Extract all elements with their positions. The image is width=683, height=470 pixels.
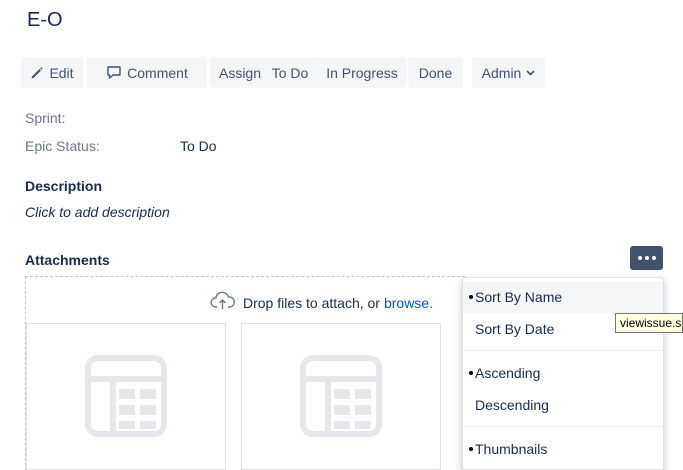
to-do-button[interactable]: To Do (261, 57, 319, 88)
attachment-thumbnail[interactable] (241, 323, 441, 470)
done-button[interactable]: Done (408, 57, 463, 88)
browser-tooltip: viewissue.s (615, 313, 683, 333)
menu-item-thumbnails[interactable]: Thumbnails (463, 433, 663, 465)
more-icon-dot (651, 256, 656, 260)
spreadsheet-file-icon (85, 355, 167, 437)
speech-bubble-icon (106, 65, 122, 80)
menu-item-ascending[interactable]: Ascending (463, 357, 663, 389)
to-do-button-label: To Do (271, 64, 309, 81)
menu-item-label: Thumbnails (475, 441, 548, 457)
attachments-heading: Attachments (25, 252, 110, 268)
in-progress-button[interactable]: In Progress (318, 57, 406, 88)
menu-item-label: Sort By Date (475, 321, 555, 337)
menu-item-label: Sort By Name (475, 289, 563, 305)
epic-status-value: To Do (180, 138, 217, 154)
attachment-options-menu: Sort By Name Sort By Date Ascending Desc… (462, 277, 664, 470)
selected-bullet-icon (469, 371, 473, 375)
done-button-label: Done (418, 64, 453, 81)
more-icon (637, 256, 642, 260)
browse-link[interactable]: browse. (384, 295, 433, 311)
menu-divider (463, 426, 663, 427)
drop-files-text: Drop files to attach, or (243, 294, 380, 311)
menu-item-sort-by-name[interactable]: Sort By Name (463, 281, 663, 313)
description-heading: Description (25, 178, 103, 194)
epic-status-label: Epic Status: (25, 138, 100, 154)
more-icon-dot (644, 256, 649, 260)
sprint-label: Sprint: (25, 110, 66, 126)
description-placeholder[interactable]: Click to add description (25, 204, 170, 220)
edit-button-label: Edit (49, 64, 74, 81)
selected-bullet-icon (469, 447, 473, 451)
comment-button[interactable]: Comment (87, 57, 207, 88)
spreadsheet-file-icon (300, 355, 382, 437)
drop-instructions: Drop files to attach, or browse. (210, 291, 433, 314)
selected-bullet-icon (469, 295, 473, 299)
pencil-icon (30, 66, 44, 80)
attachment-thumbnail[interactable] (26, 323, 226, 470)
comment-button-label: Comment (127, 64, 188, 81)
issue-title: E-O (27, 9, 63, 31)
edit-button[interactable]: Edit (21, 57, 83, 88)
menu-divider (463, 350, 663, 351)
admin-dropdown-button[interactable]: Admin (472, 57, 545, 88)
in-progress-button-label: In Progress (326, 64, 398, 81)
admin-button-label: Admin (481, 64, 522, 81)
chevron-down-icon (526, 69, 535, 76)
cloud-upload-icon (210, 291, 236, 314)
assign-button-label: Assign (218, 64, 262, 81)
menu-item-descending[interactable]: Descending (463, 389, 663, 421)
attachments-more-button[interactable] (630, 246, 663, 270)
menu-item-label: Ascending (475, 365, 541, 381)
menu-item-label: Descending (475, 397, 549, 413)
